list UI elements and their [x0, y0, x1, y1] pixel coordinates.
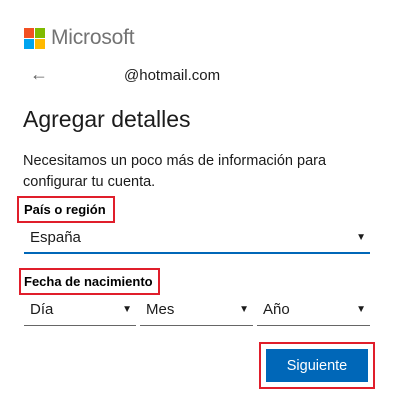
account-identity: @hotmail.com — [124, 67, 221, 84]
logo-square-red — [24, 27, 34, 38]
next-button[interactable]: Siguiente — [266, 349, 368, 382]
page-description: Necesitamos un poco más de información p… — [23, 153, 327, 190]
page-title: Agregar detalles — [23, 106, 191, 132]
chevron-down-icon: ▼ — [356, 231, 366, 243]
birth-day-value: Día — [30, 301, 54, 318]
country-select[interactable]: España ▼ — [24, 222, 370, 254]
birth-month-select[interactable]: Mes ▼ — [140, 294, 253, 326]
brand-name: Microsoft — [51, 26, 135, 49]
chevron-down-icon: ▼ — [122, 304, 132, 315]
logo-square-yellow — [35, 38, 45, 49]
chevron-down-icon: ▼ — [356, 304, 366, 315]
birth-year-value: Año — [263, 301, 290, 318]
logo-square-green — [35, 27, 45, 38]
birthdate-label: Fecha de nacimiento — [24, 274, 153, 289]
country-value: España — [30, 228, 81, 246]
logo-square-blue — [24, 38, 34, 49]
country-label: País o región — [24, 202, 106, 217]
back-arrow-icon[interactable]: ← — [30, 64, 48, 84]
birth-year-select[interactable]: Año ▼ — [257, 294, 370, 326]
signup-page: Microsoft ← @hotmail.com Agregar detalle… — [0, 0, 400, 407]
microsoft-logo-icon — [24, 27, 45, 49]
birth-month-value: Mes — [146, 301, 175, 318]
chevron-down-icon: ▼ — [239, 304, 249, 315]
microsoft-logo: Microsoft — [24, 26, 135, 50]
birth-day-select[interactable]: Día ▼ — [24, 294, 136, 326]
